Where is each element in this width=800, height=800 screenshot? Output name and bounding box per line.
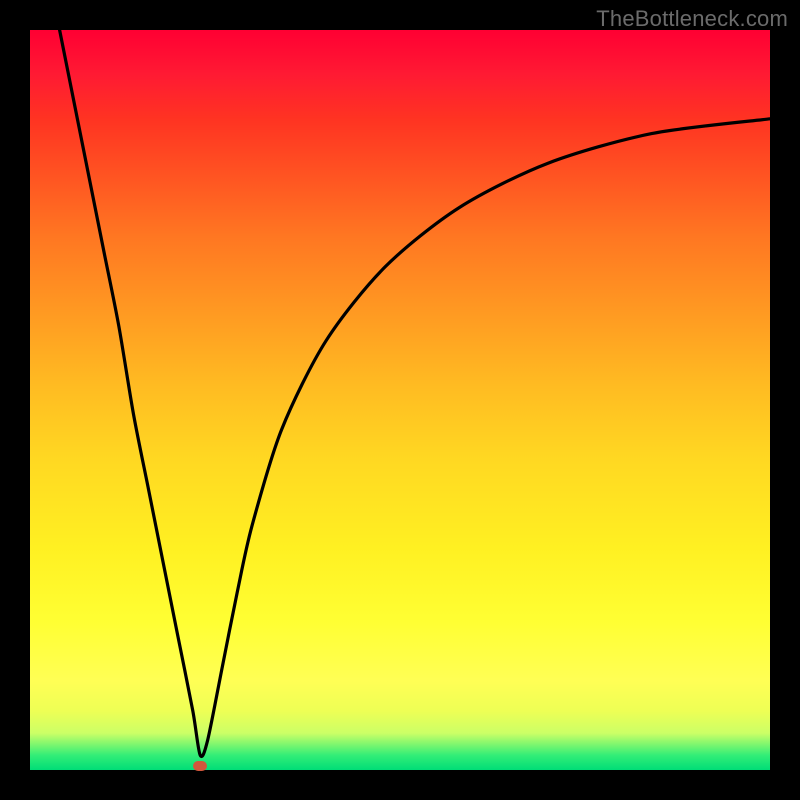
min-marker bbox=[193, 761, 207, 771]
watermark-text: TheBottleneck.com bbox=[596, 6, 788, 32]
chart-frame: TheBottleneck.com bbox=[0, 0, 800, 800]
curve-svg bbox=[30, 30, 770, 770]
bottleneck-curve bbox=[60, 30, 770, 756]
plot-area bbox=[30, 30, 770, 770]
